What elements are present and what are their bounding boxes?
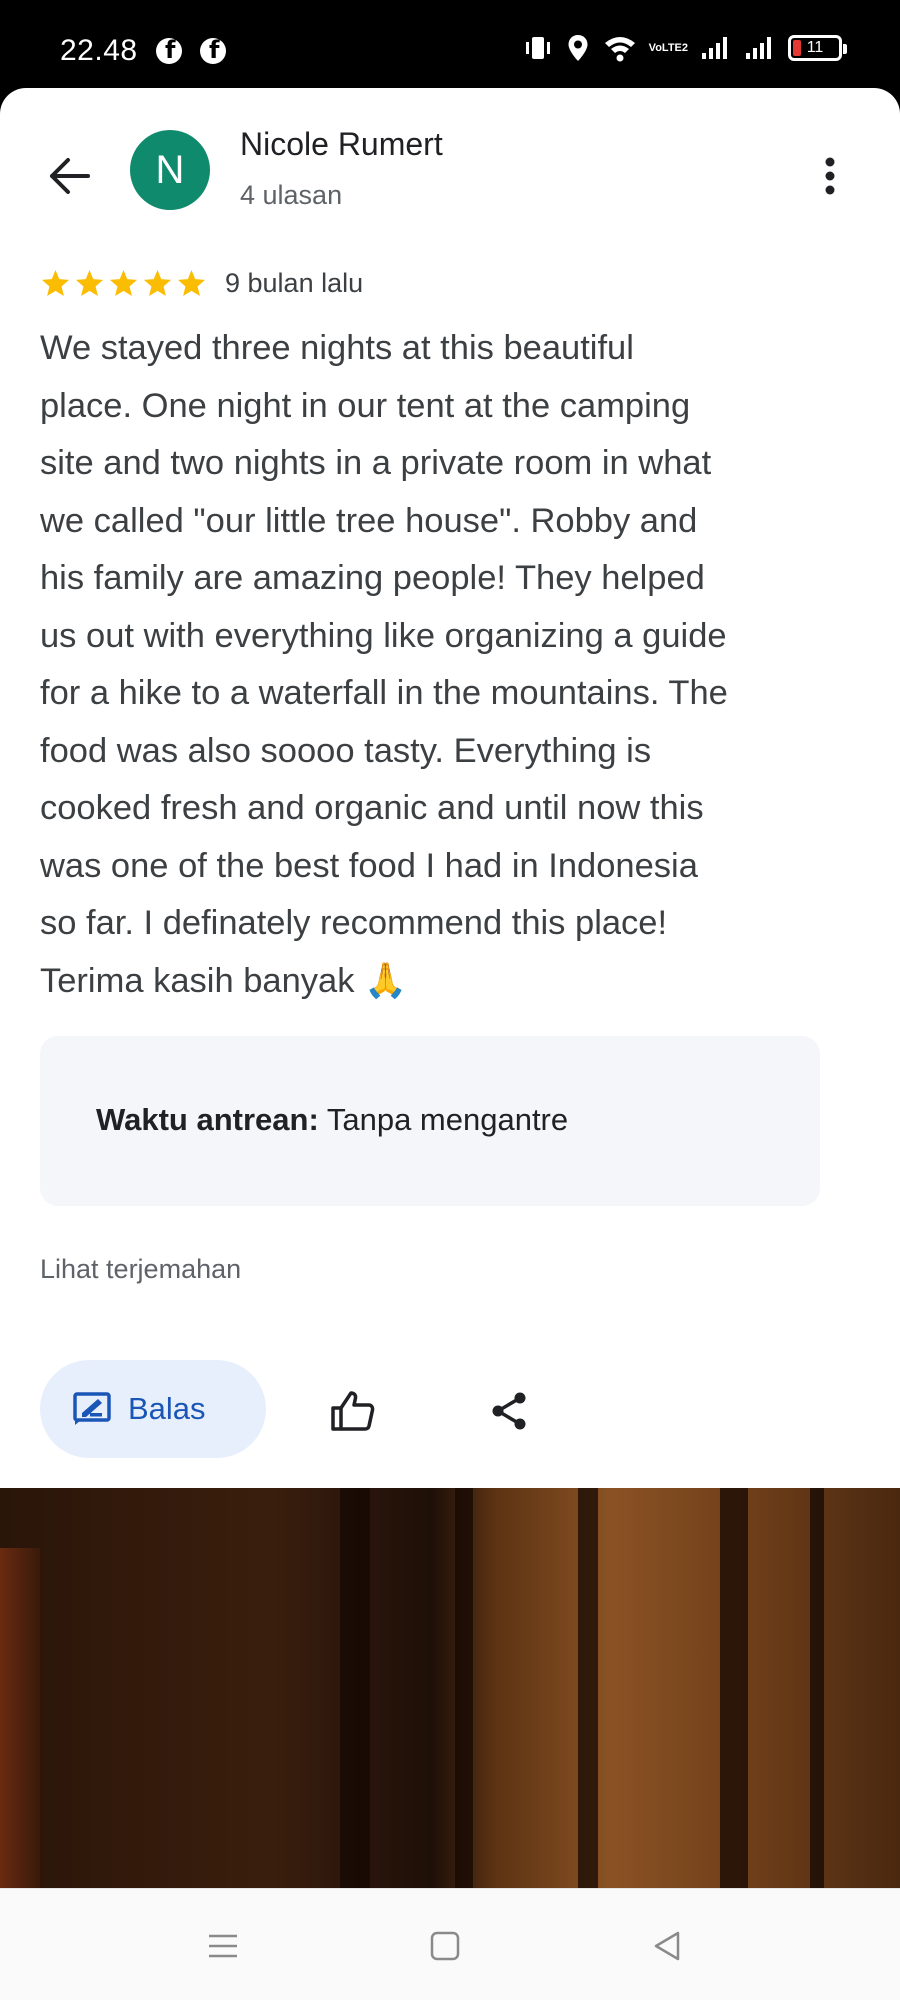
review-line: for a hike to a waterfall in the mountai… (40, 674, 728, 712)
star-rating (40, 268, 207, 299)
review-line: cooked fresh and organic and until now t… (40, 789, 704, 827)
see-translation-link[interactable]: Lihat terjemahan (40, 1254, 241, 1285)
reply-label: Balas (128, 1391, 206, 1426)
review-line: We stayed three nights at this beautiful (40, 329, 634, 367)
system-nav-bar (0, 1888, 900, 2000)
queue-info-box: Waktu antrean: Tanpa mengantre (40, 1036, 820, 1206)
menu-icon (209, 1934, 237, 1958)
arrow-left-icon (50, 158, 90, 194)
location-icon (565, 33, 591, 63)
volte-top-label: Vo (648, 41, 662, 54)
queue-info-value: Tanpa mengantre (326, 1102, 569, 1137)
back-button[interactable] (42, 148, 98, 204)
review-line: so far. I definately recommend this plac… (40, 904, 668, 942)
review-photo[interactable] (0, 1488, 900, 1888)
star-icon (177, 269, 206, 297)
queue-info-label: Waktu antrean: (96, 1102, 319, 1137)
volte-bottom-label: LTE2 (661, 41, 688, 54)
share-icon (492, 1392, 526, 1430)
facebook-icon (200, 36, 226, 64)
signal-icon (700, 35, 732, 61)
back-nav-button[interactable] (642, 1921, 692, 1971)
avatar[interactable]: N (130, 130, 210, 210)
author-name[interactable]: Nicole Rumert (240, 126, 443, 163)
review-line: was one of the best food I had in Indone… (40, 846, 698, 885)
star-icon (75, 269, 104, 297)
battery-level: 11 (806, 39, 824, 56)
star-icon (109, 269, 138, 297)
more-options-button[interactable] (810, 148, 850, 204)
volte-icon: Vo LTE2 (648, 41, 688, 54)
signal-icon (744, 35, 776, 61)
review-text: We stayed three nights at this beautiful… (40, 320, 870, 1010)
author-review-count: 4 ulasan (240, 180, 343, 210)
rate-review-icon (73, 1392, 111, 1425)
status-bar: 22.48 Vo LTE2 11 (0, 0, 900, 92)
queue-info: Waktu antrean: Tanpa mengantre (96, 1102, 568, 1138)
facebook-icon (156, 36, 182, 64)
review-line: Terima kasih banyak 🙏 (40, 961, 408, 1000)
vibrate-icon (523, 33, 553, 63)
reply-button[interactable]: Balas (40, 1360, 266, 1458)
menu-nav-button[interactable] (198, 1921, 248, 1971)
like-button[interactable] (328, 1386, 378, 1436)
review-line: place. One night in our tent at the camp… (40, 386, 691, 425)
home-nav-button[interactable] (420, 1921, 470, 1971)
wifi-icon (603, 33, 637, 63)
review-line: site and two nights in a private room in… (40, 444, 712, 482)
review-line: us out with everything like organizing a… (40, 616, 727, 655)
status-time: 22.48 (60, 34, 138, 67)
review-date: 9 bulan lalu (225, 268, 364, 298)
home-square-icon (430, 1931, 460, 1961)
star-icon (41, 269, 70, 297)
share-button[interactable] (484, 1386, 534, 1436)
review-card: N Nicole Rumert 4 ulasan 9 bulan lalu We… (0, 88, 900, 1488)
more-vert-icon (825, 157, 835, 195)
review-line: we called "our little tree house". Robby… (40, 501, 698, 540)
status-icons: Vo LTE2 11 (523, 30, 847, 66)
star-icon (143, 269, 172, 297)
battery-icon: 11 (788, 35, 847, 61)
review-line: food was also soooo tasty. Everything is (40, 731, 652, 770)
back-triangle-icon (654, 1931, 680, 1961)
thumb-up-icon (331, 1391, 375, 1431)
review-line: his family are amazing people! They help… (40, 559, 705, 597)
rating-row: 9 bulan lalu (40, 268, 363, 299)
